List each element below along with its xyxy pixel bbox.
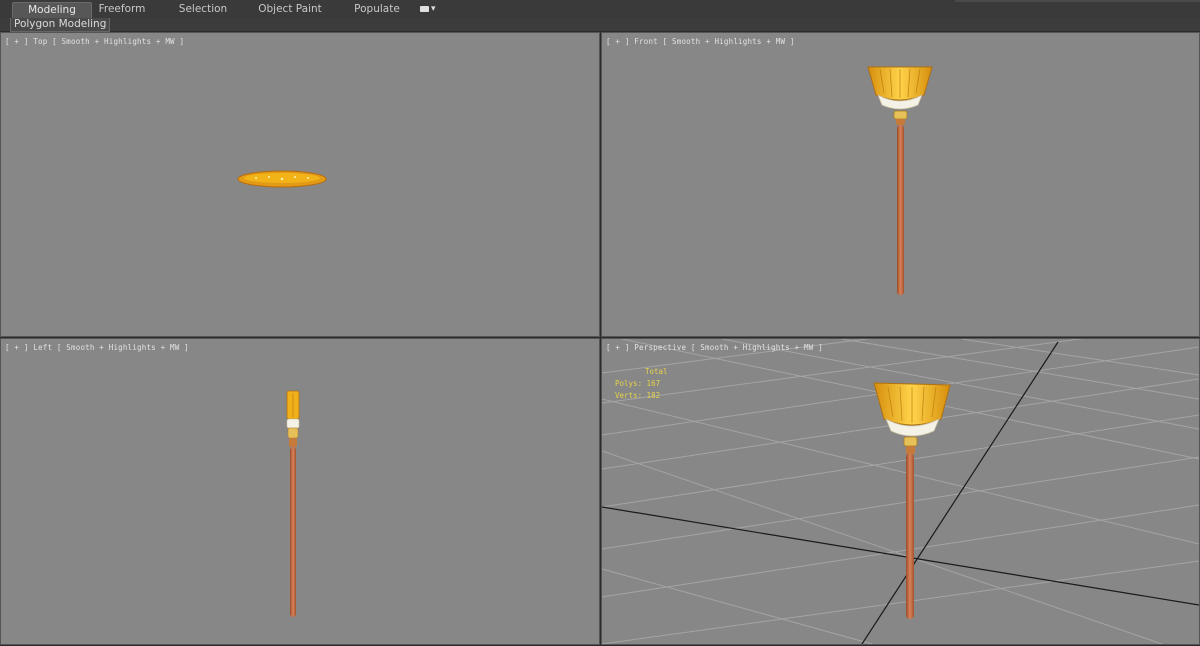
viewport-top[interactable]: [ + ] Top [ Smooth + Highlights + MW ] <box>0 32 600 337</box>
stats-polys: Polys: 167 <box>615 379 661 388</box>
broom-top-view <box>237 170 327 188</box>
viewport-left[interactable]: [ + ] Left [ Smooth + Highlights + MW ] <box>0 338 600 645</box>
broom-perspective-view <box>873 382 951 619</box>
tab-modeling[interactable]: Modeling <box>12 2 92 18</box>
viewport-label-perspective[interactable]: [ + ] Perspective [ Smooth + Highlights … <box>606 343 823 352</box>
tab-populate[interactable]: Populate <box>348 2 406 17</box>
tab-selection[interactable]: Selection <box>172 2 234 17</box>
broom-front-view <box>867 66 933 295</box>
stats-verts: Verts: 182 <box>615 391 661 400</box>
ribbon-divider <box>955 0 1200 2</box>
ribbon-tabs: Modeling Freeform Selection Object Paint… <box>0 0 1200 19</box>
viewport-perspective[interactable]: [ + ] Perspective [ Smooth + Highlights … <box>601 338 1200 645</box>
scene-statistics: Total Polys: 167 Verts: 182 <box>615 366 668 402</box>
tab-object-paint[interactable]: Object Paint <box>254 2 326 17</box>
tab-freeform[interactable]: Freeform <box>90 2 154 17</box>
polygon-modeling-panel[interactable]: Polygon Modeling <box>10 18 111 32</box>
viewport-front[interactable]: [ + ] Front [ Smooth + Highlights + MW ] <box>601 32 1200 337</box>
ribbon-panel-bar: Polygon Modeling <box>0 18 1200 32</box>
stats-header: Total <box>645 367 668 376</box>
camera-dropdown-icon[interactable]: ▾ <box>420 4 440 15</box>
broom-left-view <box>286 390 300 617</box>
